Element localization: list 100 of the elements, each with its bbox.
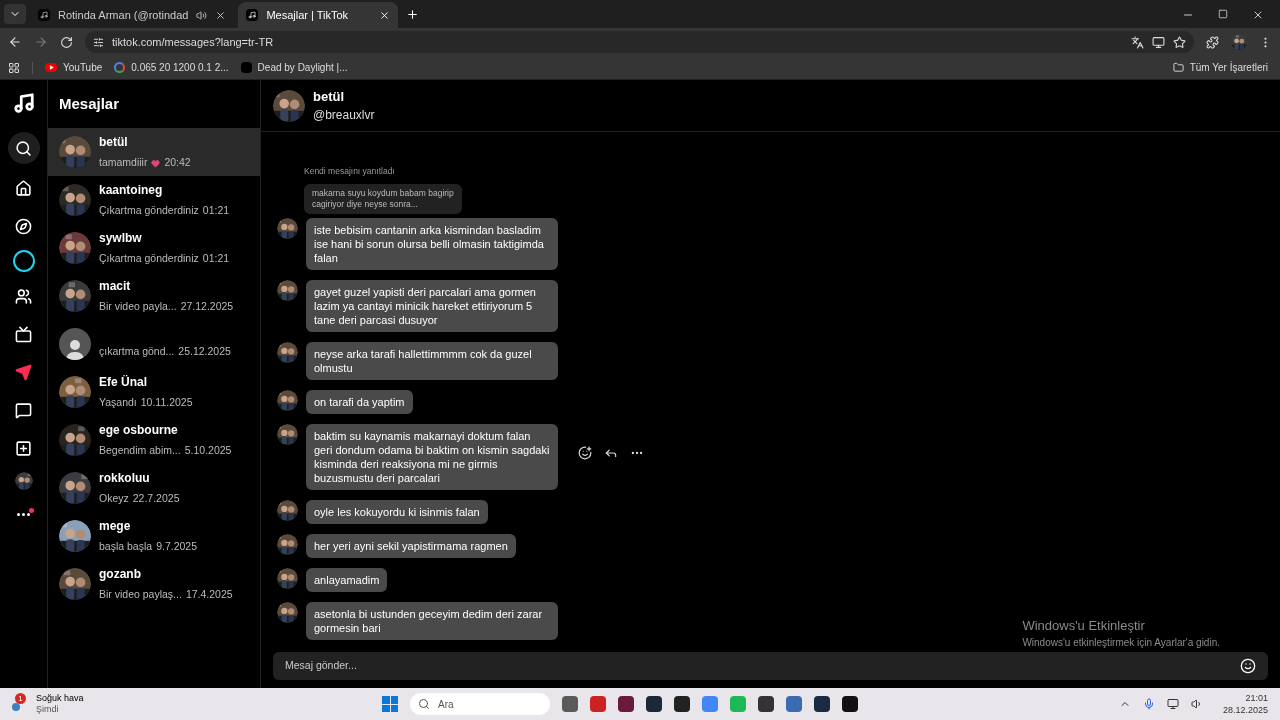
react-icon[interactable] bbox=[578, 446, 592, 460]
extensions-icon[interactable] bbox=[1206, 35, 1219, 49]
close-window-icon[interactable] bbox=[1252, 9, 1264, 21]
app-icon[interactable] bbox=[562, 696, 578, 712]
message-time: 01:21 bbox=[202, 251, 230, 267]
search-icon bbox=[418, 698, 430, 710]
google-icon bbox=[114, 62, 126, 73]
forward-icon[interactable] bbox=[34, 35, 48, 49]
search-button[interactable] bbox=[7, 132, 40, 164]
bookmark-link[interactable]: Dead by Daylight |... bbox=[240, 60, 348, 75]
tab-title: Rotinda Arman (@rotindad bbox=[58, 7, 189, 23]
message-time: 5.10.2025 bbox=[184, 443, 232, 459]
message-preview: Çıkartma gönderdiniz bbox=[99, 251, 199, 267]
tiktok-logo-icon[interactable] bbox=[12, 92, 35, 114]
microphone-icon[interactable] bbox=[1142, 698, 1155, 710]
browser-tab[interactable]: Rotinda Arman (@rotindad bbox=[30, 2, 235, 28]
network-icon[interactable] bbox=[1166, 698, 1179, 710]
message-time: 27.12.2025 bbox=[180, 299, 234, 315]
message-input[interactable]: Mesaj gönder... bbox=[273, 652, 1268, 680]
volume-icon[interactable] bbox=[1190, 698, 1203, 710]
message-time: 9.7.2025 bbox=[156, 539, 197, 555]
conversation-item[interactable]: kaantoineg Çıkartma gönderdiniz 01:21 bbox=[48, 176, 260, 224]
activation-subtitle: Windows'u etkinleştirmek için Ayarlar'a gidin. bbox=[1022, 636, 1220, 650]
message-preview: Begendim abim... bbox=[99, 443, 181, 459]
windows-start-icon[interactable] bbox=[382, 696, 398, 712]
all-bookmarks-link[interactable]: Tüm Yer İşaretleri bbox=[1172, 60, 1268, 75]
app-icon[interactable] bbox=[842, 696, 858, 712]
game-icon bbox=[240, 62, 252, 73]
conversation-item[interactable]: rokkoluu Okeyz 22.7.2025 bbox=[48, 464, 260, 512]
app-icon[interactable] bbox=[646, 696, 662, 712]
maximize-icon[interactable] bbox=[1218, 9, 1228, 19]
bookmark-link[interactable]: YouTube bbox=[45, 60, 103, 75]
contact-name: sywlbw bbox=[99, 230, 143, 248]
bookmark-star-icon[interactable] bbox=[1173, 35, 1186, 49]
inbox-title: Mesajlar bbox=[58, 93, 121, 114]
message-bubble: on tarafi da yaptim bbox=[306, 390, 413, 414]
address-bar[interactable]: tiktok.com/messages?lang=tr-TR bbox=[85, 31, 1194, 53]
tiktok-icon bbox=[246, 9, 259, 21]
youtube-icon bbox=[45, 63, 57, 72]
conversation-item[interactable]: macit Bir video payla... 27.12.2025 bbox=[48, 272, 260, 320]
contact-name: gozanb bbox=[99, 566, 142, 584]
cast-icon[interactable] bbox=[1152, 35, 1165, 49]
contact-name: ege osbourne bbox=[99, 422, 179, 440]
tab-title: Mesajlar | TikTok bbox=[266, 7, 350, 23]
app-icon[interactable] bbox=[814, 696, 830, 712]
conversation-item[interactable]: ege osbourne Begendim abim... 5.10.2025 bbox=[48, 416, 260, 464]
profile-button[interactable] bbox=[14, 472, 33, 490]
weather-title: Soğuk hava bbox=[36, 693, 84, 704]
reply-icon[interactable] bbox=[604, 446, 618, 460]
conversation-item[interactable]: mege başla başla 9.7.2025 bbox=[48, 512, 260, 560]
contact-name: betül bbox=[99, 134, 129, 152]
conversation-item[interactable]: Efe Ünal Yaşandı 10.11.2025 bbox=[48, 368, 260, 416]
message-bubble: baktim su kaynamis makarnayi doktum falan geri dondum odama bi baktim on kismin sagdaki kisminda deri reaksiyona mi ne girmis buzusmustu deri parcalari bbox=[306, 424, 558, 490]
weather-icon bbox=[12, 703, 20, 711]
translate-icon[interactable] bbox=[1131, 35, 1144, 49]
app-icon[interactable] bbox=[618, 696, 634, 712]
notification-badge: 1 bbox=[15, 693, 26, 704]
apps-icon[interactable] bbox=[8, 61, 20, 74]
conversation-item[interactable]: çıkartma gönd... 25.12.2025 bbox=[48, 320, 260, 368]
browser-tab[interactable]: Mesajlar | TikTok bbox=[238, 2, 399, 28]
message-field[interactable]: Mesaj gönder... bbox=[285, 658, 1240, 674]
site-info-icon[interactable] bbox=[93, 36, 104, 48]
url-text: tiktok.com/messages?lang=tr-TR bbox=[112, 34, 274, 50]
message-preview: Yaşandı bbox=[99, 395, 137, 411]
tab-search-button[interactable] bbox=[4, 4, 26, 24]
app-icon[interactable] bbox=[674, 696, 690, 712]
message-preview: tamamdiiir bbox=[99, 155, 148, 171]
new-tab-icon[interactable] bbox=[406, 8, 420, 21]
chat-name: betül bbox=[313, 87, 346, 106]
app-icon[interactable] bbox=[758, 696, 774, 712]
contact-name: mege bbox=[99, 518, 132, 536]
emoji-icon[interactable] bbox=[1240, 658, 1256, 674]
message-time: 10.11.2025 bbox=[140, 395, 193, 411]
bookmark-link[interactable]: 0.065 20 1200 0.1 2... bbox=[114, 60, 229, 75]
taskbar-search[interactable]: Ara bbox=[410, 693, 550, 715]
close-tab-icon[interactable] bbox=[215, 9, 227, 21]
message-time: 17.4.2025 bbox=[185, 587, 233, 603]
message-preview: Çıkartma gönderdiniz bbox=[99, 203, 199, 219]
message-time: 22.7.2025 bbox=[132, 491, 180, 507]
close-tab-icon[interactable] bbox=[379, 9, 391, 21]
conversation-item[interactable]: sywlbw Çıkartma gönderdiniz 01:21 bbox=[48, 224, 260, 272]
message-bubble: oyle les kokuyordu ki isinmis falan bbox=[306, 500, 488, 524]
message-time: 20:42 bbox=[164, 155, 191, 171]
conversation-item[interactable]: betül tamamdiiir 20:42 bbox=[48, 128, 260, 176]
message-bubble: asetonla bi ustunden geceyim dedim deri zarar gormesin bari bbox=[306, 602, 558, 640]
folder-icon bbox=[1172, 62, 1184, 73]
tiktok-icon bbox=[38, 9, 50, 21]
message-preview: çıkartma gönd... bbox=[99, 344, 175, 360]
contact-name: macit bbox=[99, 278, 132, 296]
back-icon[interactable] bbox=[8, 35, 22, 49]
contact-name: Efe Ünal bbox=[99, 374, 148, 392]
message-time: 01:21 bbox=[202, 203, 230, 219]
contact-name: rokkoluu bbox=[99, 470, 151, 488]
live-button[interactable] bbox=[12, 250, 35, 272]
reload-icon[interactable] bbox=[60, 35, 73, 49]
activation-title: Windows'u Etkinleştir bbox=[1022, 616, 1146, 635]
message-preview: Okeyz bbox=[99, 491, 129, 507]
conversation-item[interactable]: gozanb Bir video paylaş... 17.4.2025 bbox=[48, 560, 260, 608]
clock-time: 21:01 bbox=[1245, 692, 1268, 704]
quoted-message: makarna suyu koydum babam bagirip cagiriyor diye neyse sonra... bbox=[304, 184, 462, 214]
